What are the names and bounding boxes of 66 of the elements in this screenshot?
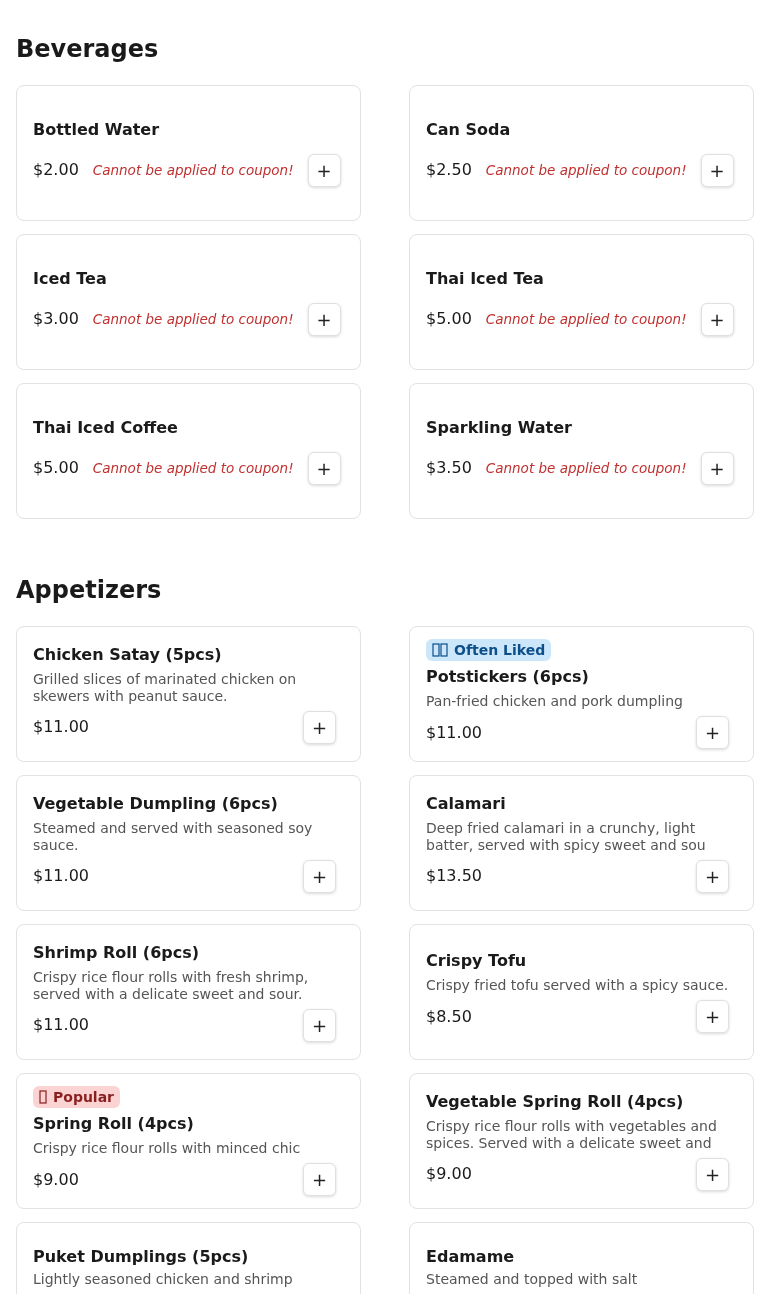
item-name: Potstickers (6pcs): [426, 667, 590, 687]
item-price: $11.00: [426, 722, 482, 743]
item-description: Lightly seasoned chicken and shrimp: [33, 1271, 294, 1288]
section-heading: Beverages: [16, 34, 160, 64]
item-price: $5.00: [426, 309, 472, 329]
add-button[interactable]: +: [696, 1157, 729, 1191]
item-name: Crispy Tofu: [426, 951, 528, 971]
item-name: Shrimp Roll (6pcs): [33, 942, 201, 963]
item-price: $5.00: [33, 458, 79, 478]
add-button[interactable]: +: [696, 1000, 729, 1033]
item-description: Pan-fried chicken and pork dumpling: [426, 693, 684, 710]
item-price: $11.00: [33, 1015, 89, 1035]
coupon-warning: Cannot be applied to coupon!: [485, 460, 687, 476]
glyph-box-icon: [432, 643, 448, 657]
coupon-warning: Cannot be applied to coupon!: [92, 460, 294, 476]
add-button[interactable]: +: [307, 451, 341, 485]
item-name: Can Soda: [426, 119, 512, 140]
item-name: Chicken Satay (5pcs): [33, 644, 223, 665]
item-name: Thai Iced Tea: [426, 268, 545, 289]
item-price: $9.00: [426, 1164, 472, 1184]
item-description: Crispy fried tofu served with a spicy sauce.: [426, 977, 729, 994]
item-price: $8.50: [426, 1006, 472, 1027]
item-price: $11.00: [33, 866, 89, 886]
item-description: Crispy rice flour rolls with vegetables and spices. Served with a delicate sweet and: [426, 1117, 718, 1152]
item-name: Vegetable Dumpling (6pcs): [33, 793, 279, 814]
item-description: Crispy rice flour rolls with minced chic: [33, 1140, 302, 1157]
add-button[interactable]: +: [700, 451, 734, 485]
add-button[interactable]: +: [700, 153, 734, 187]
add-button[interactable]: +: [303, 859, 336, 893]
item-name: Edamame: [426, 1247, 516, 1267]
item-price: $2.50: [426, 160, 472, 180]
item-description: Crispy rice flour rolls with fresh shrimp, served with a delicate sweet and sour.: [33, 968, 310, 1003]
coupon-warning: Cannot be applied to coupon!: [485, 162, 687, 178]
badge-label: Popular: [53, 1089, 115, 1105]
coupon-warning: Cannot be applied to coupon!: [92, 311, 294, 327]
item-description: Steamed and topped with salt: [426, 1271, 639, 1288]
coupon-warning: Cannot be applied to coupon!: [92, 162, 294, 178]
add-button[interactable]: +: [307, 302, 341, 336]
coupon-warning: Cannot be applied to coupon!: [485, 311, 687, 327]
item-price: $9.00: [33, 1169, 79, 1190]
add-button[interactable]: +: [303, 1163, 336, 1196]
item-price: $11.00: [33, 717, 89, 737]
item-price: $13.50: [426, 866, 482, 886]
item-name: Bottled Water: [33, 119, 161, 140]
item-name: Iced Tea: [33, 268, 108, 289]
item-description: Deep fried calamari in a crunchy, light batter, served with spicy sweet and sou: [426, 819, 707, 854]
item-name: Vegetable Spring Roll (4pcs): [426, 1091, 685, 1112]
item-name: Sparkling Water: [426, 417, 573, 438]
badge-label: Often Liked: [454, 642, 546, 658]
add-button[interactable]: +: [307, 153, 341, 187]
add-button[interactable]: +: [700, 302, 734, 336]
add-button[interactable]: +: [303, 710, 336, 744]
item-price: $3.50: [426, 458, 472, 478]
add-button[interactable]: +: [696, 859, 729, 893]
item-price: $2.00: [33, 160, 79, 180]
item-name: Thai Iced Coffee: [33, 417, 179, 438]
item-name: Calamari: [426, 793, 507, 814]
section-heading: Appetizers: [16, 575, 163, 605]
item-name: Spring Roll (4pcs): [33, 1114, 195, 1134]
glyph-box-icon: [39, 1090, 47, 1104]
item-description: Grilled slices of marinated chicken on skewers with peanut sauce.: [33, 670, 298, 705]
add-button[interactable]: +: [696, 716, 729, 749]
item-price: $3.00: [33, 309, 79, 329]
add-button[interactable]: +: [303, 1008, 336, 1042]
item-name: Puket Dumplings (5pcs): [33, 1247, 250, 1267]
item-description: Steamed and served with seasoned soy sauce.: [33, 819, 314, 854]
